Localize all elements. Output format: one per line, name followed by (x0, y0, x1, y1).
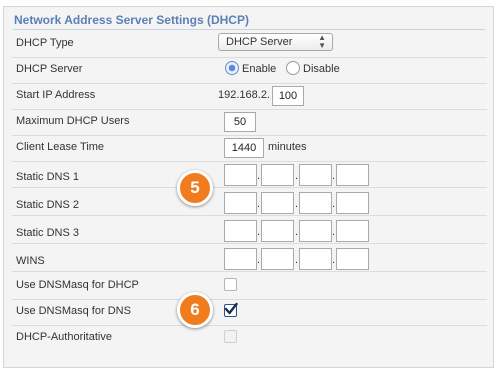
row-max-users: Maximum DHCP Users 50 (12, 109, 487, 136)
dhcp-type-select[interactable]: DHCP Server ▲ ▼ (218, 33, 333, 51)
dhcp-settings-panel: Network Address Server Settings (DHCP) D… (3, 6, 494, 368)
disable-radio-label: Disable (303, 63, 340, 75)
static-dns1-octet-4[interactable] (336, 164, 369, 186)
title-divider (13, 29, 485, 30)
row-static-dns-3: Static DNS 3 . . . (12, 217, 487, 244)
static-dns1-label: Static DNS 1 (16, 171, 79, 183)
lease-time-input[interactable]: 1440 (224, 138, 264, 158)
static-dns3-octet-1[interactable] (224, 220, 257, 242)
octet-separator: . (257, 226, 261, 238)
row-wins: WINS . . . (12, 245, 487, 272)
octet-separator: . (257, 254, 261, 266)
enable-radio[interactable] (225, 61, 239, 75)
octet-separator: . (257, 198, 261, 210)
max-users-label: Maximum DHCP Users (16, 115, 130, 127)
section-title: Network Address Server Settings (DHCP) (14, 13, 249, 27)
row-dhcp-authoritative: DHCP-Authoritative (12, 325, 487, 351)
dhcp-authoritative-label: DHCP-Authoritative (16, 331, 112, 343)
dnsmasq-dns-label: Use DNSMasq for DNS (16, 305, 131, 317)
start-ip-input[interactable]: 100 (272, 86, 304, 106)
static-dns3-label: Static DNS 3 (16, 227, 79, 239)
octet-separator: . (332, 226, 336, 238)
row-dhcp-type: DHCP Type DHCP Server ▲ ▼ (12, 31, 487, 58)
static-dns2-octet-4[interactable] (336, 192, 369, 214)
static-dns2-octet-2[interactable] (261, 192, 294, 214)
dnsmasq-dns-checkbox[interactable] (224, 302, 238, 317)
octet-separator: . (295, 226, 299, 238)
row-static-dns-1: Static DNS 1 . . . (12, 161, 487, 188)
static-dns3-octet-4[interactable] (336, 220, 369, 242)
row-dhcp-server: DHCP Server Enable Disable (12, 57, 487, 84)
dhcp-authoritative-checkbox[interactable] (224, 330, 237, 343)
row-lease-time: Client Lease Time 1440 minutes (12, 135, 487, 162)
wins-octet-2[interactable] (261, 248, 294, 270)
dhcp-server-label: DHCP Server (16, 63, 83, 75)
row-dnsmasq-dhcp: Use DNSMasq for DHCP (12, 273, 487, 300)
octet-separator: . (295, 198, 299, 210)
max-users-input[interactable]: 50 (224, 112, 256, 132)
wins-octet-3[interactable] (299, 248, 332, 270)
static-dns1-octet-3[interactable] (299, 164, 332, 186)
disable-radio[interactable] (286, 61, 300, 75)
static-dns2-label: Static DNS 2 (16, 199, 79, 211)
octet-separator: . (295, 254, 299, 266)
static-dns2-octet-3[interactable] (299, 192, 332, 214)
checkmark-icon (224, 302, 238, 315)
enable-radio-label: Enable (242, 63, 277, 75)
lease-time-unit: minutes (268, 141, 307, 153)
octet-separator: . (257, 170, 261, 182)
start-ip-prefix: 192.168.2. (218, 89, 270, 101)
callout-badge-6: 6 (177, 292, 213, 328)
octet-separator: . (295, 170, 299, 182)
wins-label: WINS (16, 255, 45, 267)
octet-separator: . (332, 198, 336, 210)
octet-separator: . (332, 254, 336, 266)
static-dns1-octet-2[interactable] (261, 164, 294, 186)
lease-time-label: Client Lease Time (16, 141, 105, 153)
callout-badge-5: 5 (177, 170, 213, 206)
octet-separator: . (332, 170, 336, 182)
static-dns1-octet-1[interactable] (224, 164, 257, 186)
static-dns3-octet-2[interactable] (261, 220, 294, 242)
start-ip-label: Start IP Address (16, 89, 96, 101)
dnsmasq-dhcp-label: Use DNSMasq for DHCP (16, 279, 139, 291)
static-dns3-octet-3[interactable] (299, 220, 332, 242)
row-start-ip: Start IP Address 192.168.2. 100 (12, 83, 487, 110)
dhcp-type-label: DHCP Type (16, 37, 74, 49)
row-dnsmasq-dns: Use DNSMasq for DNS (12, 299, 487, 326)
select-arrows-icon: ▲ ▼ (318, 33, 326, 50)
wins-octet-4[interactable] (336, 248, 369, 270)
wins-octet-1[interactable] (224, 248, 257, 270)
row-static-dns-2: Static DNS 2 . . . (12, 189, 487, 216)
static-dns2-octet-1[interactable] (224, 192, 257, 214)
dhcp-type-value: DHCP Server (226, 36, 293, 48)
dnsmasq-dhcp-checkbox[interactable] (224, 278, 237, 291)
